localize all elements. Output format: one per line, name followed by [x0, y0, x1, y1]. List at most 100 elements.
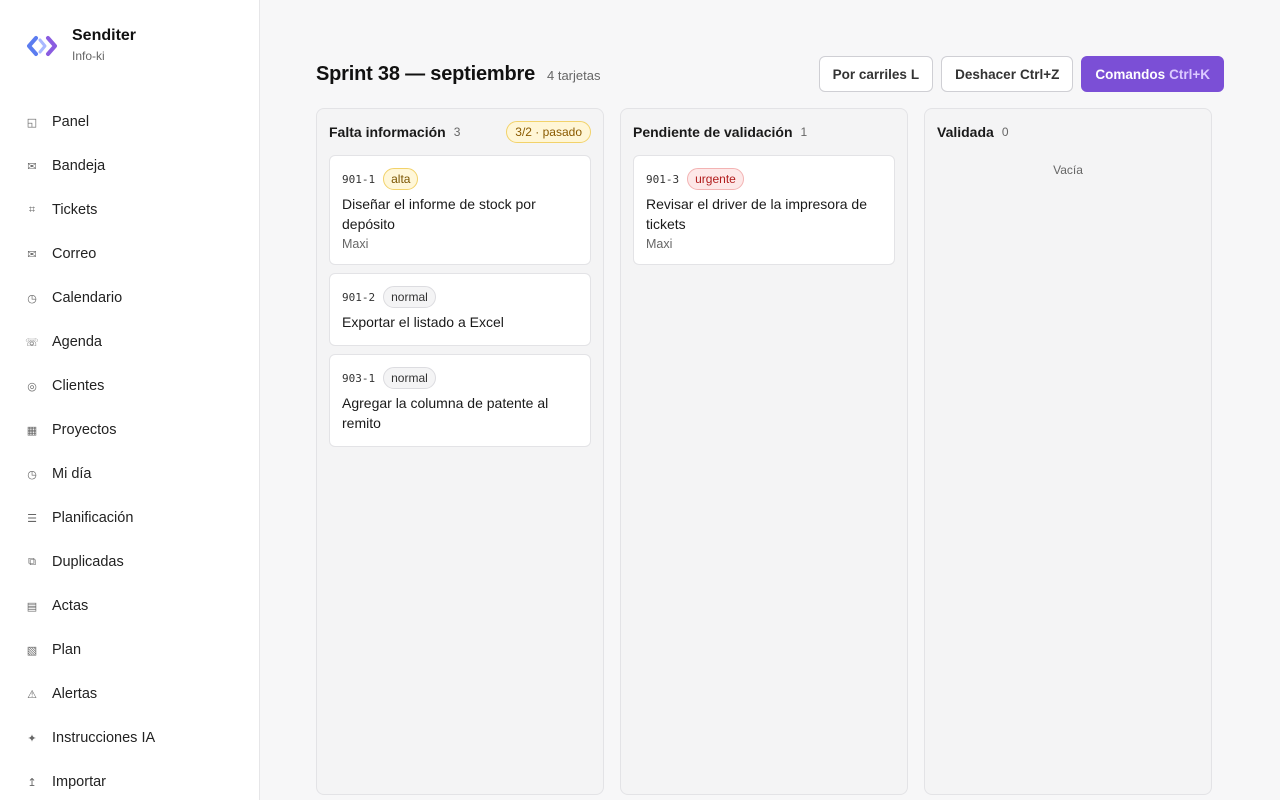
column-count: 1 — [800, 125, 808, 139]
sidebar-item-label: Proyectos — [52, 422, 117, 438]
lanes-button[interactable]: Por carriles L — [818, 56, 934, 92]
target-icon: ◎ — [27, 379, 37, 393]
card-meta: 903-1 normal — [342, 367, 578, 389]
upload-icon: ↥ — [27, 775, 37, 789]
clock-icon: ◷ — [27, 291, 37, 305]
column-count: 3 — [453, 125, 461, 139]
commands-shortcut: Ctrl+K — [1169, 66, 1210, 82]
copy-icon: ⧉ — [28, 555, 36, 568]
priority-badge: normal — [383, 286, 436, 308]
sidebar-item-calendario[interactable]: ◷ Calendario — [0, 276, 259, 320]
ticket-card[interactable]: 901-3 urgente Revisar el driver de la impr… — [633, 155, 895, 265]
hash-frame-icon: ⌗ — [28, 203, 36, 216]
priority-badge: alta — [383, 168, 419, 190]
page-title: Sprint 38 — septiembre — [316, 62, 535, 85]
ticket-id: 901-1 — [342, 172, 376, 186]
brand[interactable]: Senditer Info-ki — [26, 26, 136, 63]
envelope-icon: ✉ — [27, 159, 37, 173]
ticket-title: Revisar el driver de la impresora de tic… — [646, 196, 867, 232]
sidebar-item-clientes[interactable]: ◎ Clientes — [0, 364, 259, 408]
sidebar-item-plan[interactable]: ▧ Plan — [0, 628, 259, 672]
commands-button[interactable]: Comandos Ctrl+K — [1081, 56, 1224, 92]
sidebar-item-tickets[interactable]: ⌗ Tickets — [0, 188, 259, 232]
sidebar-item-label: Duplicadas — [52, 554, 124, 570]
mail-icon: ✉ — [27, 247, 37, 261]
card-meta: 901-3 urgente — [646, 168, 882, 190]
sidebar-item-label: Agenda — [52, 334, 102, 350]
card-count: 4 tarjetas — [547, 67, 601, 83]
ticket-assignee: Maxi — [646, 237, 673, 251]
board-column: Falta información 3 3/2 · pasado 901-1 alta D… — [316, 108, 604, 795]
sidebar-item-duplicadas[interactable]: ⧉ Duplicadas — [0, 540, 259, 584]
sidebar-item-label: Actas — [52, 598, 89, 614]
diamond-chevrons-logo — [27, 36, 57, 56]
brand-name: Senditer — [72, 27, 137, 44]
column-title: Pendiente de validación — [633, 124, 793, 140]
sidebar-item-label: Instrucciones IA — [52, 730, 156, 746]
sidebar-item-panel[interactable]: ◱ Panel — [0, 100, 259, 144]
sidebar-item-agenda[interactable]: ☏ Agenda — [0, 320, 259, 364]
ticket-title: Agregar la columna de patente al remito — [342, 395, 549, 431]
undo-button[interactable]: Deshacer Ctrl+Z — [941, 56, 1074, 92]
hatched-square-icon: ▧ — [26, 643, 38, 657]
sidebar-item-label: Importar — [52, 774, 106, 790]
lanes-shortcut: L — [910, 66, 920, 82]
sidebar-item-label: Calendario — [52, 290, 123, 306]
ticket-id: 901-2 — [342, 290, 376, 304]
column-count: 0 — [1001, 125, 1009, 139]
sidebar-item-label: Mi día — [52, 466, 92, 482]
sidebar-item-planificación[interactable]: ☰ Planificación — [0, 496, 259, 540]
column-header: Falta información 3 3/2 · pasado — [329, 121, 591, 143]
priority-badge: urgente — [687, 168, 744, 190]
sidebar-item-label: Plan — [52, 642, 82, 658]
card-meta: 901-2 normal — [342, 286, 578, 308]
commands-button-label: Comandos — [1095, 66, 1166, 82]
priority-badge: normal — [383, 367, 436, 389]
lanes-button-label: Por carriles — [832, 66, 907, 82]
ticket-title: Exportar el listado a Excel — [342, 314, 504, 330]
ticket-id: 903-1 — [342, 371, 376, 385]
column-header: Pendiente de validación 1 — [633, 121, 895, 143]
sidebar: Senditer Info-ki ◱ Panel ✉ Bandeja ⌗ Tickets ✉… — [0, 0, 260, 800]
empty-column-text: Vacía — [1053, 163, 1083, 177]
phone-icon: ☏ — [25, 335, 39, 349]
warning-icon: ⚠ — [27, 687, 37, 701]
wip-limit-badge: 3/2 · pasado — [506, 121, 591, 143]
board-header: Sprint 38 — septiembre 4 tarjetas Por ca… — [316, 56, 1224, 92]
sidebar-item-correo[interactable]: ✉ Correo — [0, 232, 259, 276]
grid-icon: ▦ — [26, 423, 38, 437]
column-title: Falta información — [329, 124, 446, 140]
sidebar-item-instrucciones-ia[interactable]: ✦ Instrucciones IA — [0, 716, 259, 760]
clock-icon: ◷ — [27, 467, 37, 481]
brand-subtitle: Info-ki — [72, 49, 105, 63]
sparkle-icon: ✦ — [27, 731, 37, 745]
ticket-card[interactable]: 901-1 alta Diseñar el informe de stock por… — [329, 155, 591, 265]
layout-icon: ◱ — [26, 115, 38, 129]
toolbar: Por carriles L Deshacer Ctrl+Z Comandos … — [818, 56, 1224, 92]
sidebar-item-label: Alertas — [52, 686, 98, 702]
list-icon: ☰ — [27, 511, 37, 525]
sidebar-item-alertas[interactable]: ⚠ Alertas — [0, 672, 259, 716]
sidebar-item-proyectos[interactable]: ▦ Proyectos — [0, 408, 259, 452]
board-column: Validada 0 Vacía — [924, 108, 1212, 795]
sidebar-item-label: Clientes — [52, 378, 105, 394]
column-title: Validada — [937, 124, 994, 140]
ticket-id: 901-3 — [646, 172, 680, 186]
sidebar-item-bandeja[interactable]: ✉ Bandeja — [0, 144, 259, 188]
column-header: Validada 0 — [937, 121, 1199, 143]
document-icon: ▤ — [26, 599, 38, 613]
ticket-card[interactable]: 901-2 normal Exportar el listado a Excel — [329, 273, 591, 346]
ticket-card[interactable]: 903-1 normal Agregar la columna de patente… — [329, 354, 591, 447]
kanban-board: Falta información 3 3/2 · pasado 901-1 alta D… — [316, 108, 1212, 795]
sidebar-item-label: Correo — [52, 246, 97, 262]
sidebar-item-mi-día[interactable]: ◷ Mi día — [0, 452, 259, 496]
sidebar-nav: ◱ Panel ✉ Bandeja ⌗ Tickets ✉ Correo ◷ Calendario… — [0, 100, 259, 800]
board-column: Pendiente de validación 1 901-3 urgente Revi… — [620, 108, 908, 795]
sidebar-item-label: Bandeja — [52, 158, 106, 174]
main-area: Sprint 38 — septiembre 4 tarjetas Por ca… — [260, 0, 1280, 800]
sidebar-item-actas[interactable]: ▤ Actas — [0, 584, 259, 628]
ticket-assignee: Maxi — [342, 237, 369, 251]
sidebar-item-label: Tickets — [52, 202, 98, 218]
sidebar-item-importar[interactable]: ↥ Importar — [0, 760, 259, 800]
undo-button-label: Deshacer — [955, 66, 1016, 82]
